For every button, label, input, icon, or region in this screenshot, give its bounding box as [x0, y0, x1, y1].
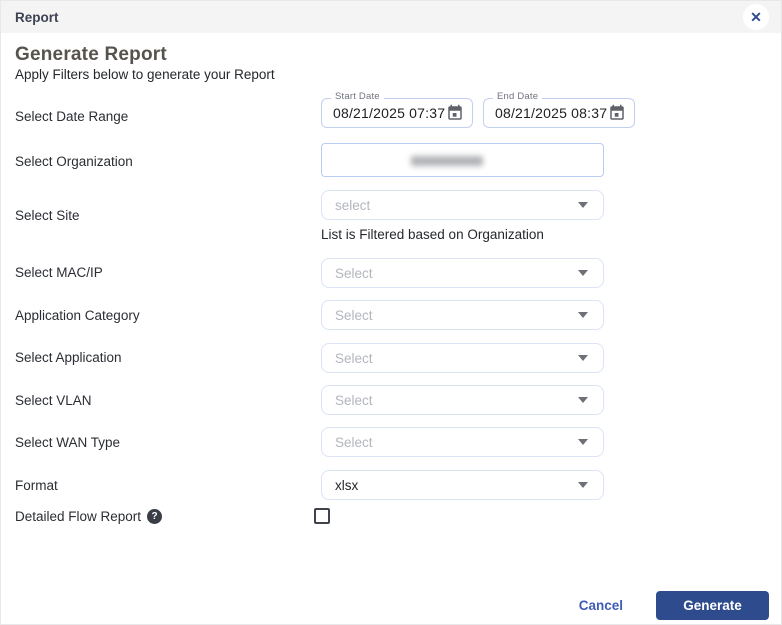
app-category-placeholder: Select [335, 308, 373, 323]
vlan-label: Select VLAN [15, 393, 92, 408]
wan-type-select[interactable]: Select [321, 427, 604, 457]
caret-down-icon [578, 270, 588, 276]
mac-ip-select[interactable]: Select [321, 258, 604, 288]
detailed-flow-label-row: Detailed Flow Report ? [15, 509, 162, 524]
caret-down-icon [578, 355, 588, 361]
calendar-icon[interactable] [608, 104, 626, 122]
organization-label: Select Organization [15, 154, 133, 169]
end-date-input[interactable]: End Date 08/21/2025 08:37 [483, 98, 635, 128]
caret-down-icon [578, 202, 588, 208]
date-range-label: Select Date Range [15, 109, 128, 124]
page-title: Generate Report [15, 44, 167, 66]
vlan-select[interactable]: Select [321, 385, 604, 415]
application-select[interactable]: Select [321, 343, 604, 373]
site-select[interactable]: select [321, 190, 604, 220]
caret-down-icon [578, 397, 588, 403]
app-category-select[interactable]: Select [321, 300, 604, 330]
page-subtitle: Apply Filters below to generate your Rep… [15, 67, 275, 82]
wan-type-label: Select WAN Type [15, 435, 120, 450]
close-button[interactable]: ✕ [743, 4, 769, 30]
wan-type-placeholder: Select [335, 435, 373, 450]
format-value: xlsx [335, 478, 358, 493]
end-date-float-label: End Date [493, 91, 542, 102]
detailed-flow-label: Detailed Flow Report [15, 509, 141, 524]
calendar-icon[interactable] [446, 104, 464, 122]
start-date-float-label: Start Date [331, 91, 384, 102]
app-category-label: Application Category [15, 308, 140, 323]
mac-ip-placeholder: Select [335, 266, 373, 281]
site-placeholder: select [335, 198, 370, 213]
end-date-value: 08/21/2025 08:37 [495, 105, 608, 121]
application-placeholder: Select [335, 351, 373, 366]
organization-value-redacted [411, 156, 483, 166]
site-label: Select Site [15, 208, 80, 223]
format-select[interactable]: xlsx [321, 470, 604, 500]
dialog-title: Report [15, 10, 59, 25]
mac-ip-label: Select MAC/IP [15, 265, 103, 280]
site-filter-note: List is Filtered based on Organization [321, 227, 544, 242]
dialog-header: Report ✕ [1, 1, 781, 33]
dialog-footer: Cancel Generate [1, 591, 781, 620]
close-icon: ✕ [750, 10, 762, 24]
generate-button[interactable]: Generate [656, 591, 769, 620]
application-label: Select Application [15, 350, 122, 365]
caret-down-icon [578, 312, 588, 318]
detailed-flow-report-checkbox[interactable] [314, 508, 330, 524]
vlan-placeholder: Select [335, 393, 373, 408]
help-icon[interactable]: ? [147, 509, 162, 524]
start-date-value: 08/21/2025 07:37 [333, 105, 446, 121]
caret-down-icon [578, 439, 588, 445]
caret-down-icon [578, 482, 588, 488]
organization-input[interactable] [321, 143, 604, 177]
start-date-input[interactable]: Start Date 08/21/2025 07:37 [321, 98, 473, 128]
cancel-button[interactable]: Cancel [579, 598, 623, 613]
report-dialog: Report ✕ Generate Report Apply Filters b… [0, 0, 782, 625]
format-label: Format [15, 478, 58, 493]
